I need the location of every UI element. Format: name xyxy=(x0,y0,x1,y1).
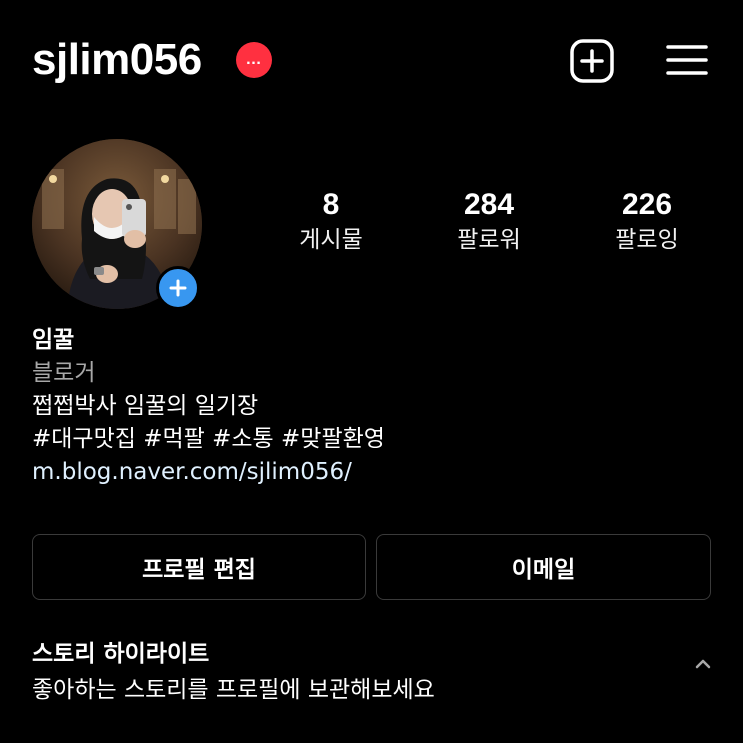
menu-button[interactable] xyxy=(664,38,710,84)
story-highlights: 스토리 하이라이트 좋아하는 스토리를 프로필에 보관해보세요 xyxy=(32,636,722,708)
followers-label: 팔로워 xyxy=(457,227,521,253)
notification-badge[interactable]: … xyxy=(236,42,272,78)
profile-header: sjlim056 … xyxy=(0,0,743,120)
username[interactable]: sjlim056 xyxy=(32,32,202,88)
hamburger-menu-icon xyxy=(666,45,708,75)
followers-count: 284 xyxy=(463,188,515,221)
email-button[interactable]: 이메일 xyxy=(376,534,711,600)
posts-label: 게시물 xyxy=(299,227,363,253)
add-story-button[interactable] xyxy=(156,266,200,310)
bio-text: 쩝쩝박사 임꿀의 일기장 xyxy=(32,393,259,419)
posts-count: 8 xyxy=(322,188,340,221)
bio-link[interactable]: m.blog.naver.com/sjlim056/ xyxy=(32,456,712,489)
stat-posts[interactable]: 8 게시물 xyxy=(261,186,401,256)
stat-following[interactable]: 226 팔로잉 xyxy=(577,186,717,256)
plus-square-icon xyxy=(570,39,614,83)
chevron-up-icon xyxy=(695,659,711,669)
new-post-button[interactable] xyxy=(569,38,615,84)
profile-category: 블로거 xyxy=(32,360,96,386)
display-name: 임꿀 xyxy=(32,327,75,353)
highlights-description: 좋아하는 스토리를 프로필에 보관해보세요 xyxy=(32,677,435,703)
bio-hashtags[interactable]: #대구맛집 #먹팔 #소통 #맞팔환영 xyxy=(32,423,712,456)
edit-profile-button[interactable]: 프로필 편집 xyxy=(32,534,366,600)
following-label: 팔로잉 xyxy=(615,227,679,253)
highlights-title: 스토리 하이라이트 xyxy=(32,641,210,667)
profile-bio: 임꿀 블로거 쩝쩝박사 임꿀의 일기장 #대구맛집 #먹팔 #소통 #맞팔환영 … xyxy=(32,324,712,489)
stat-followers[interactable]: 284 팔로워 xyxy=(419,186,559,256)
highlights-toggle[interactable] xyxy=(690,651,716,677)
following-count: 226 xyxy=(621,188,673,221)
plus-icon xyxy=(169,279,187,297)
